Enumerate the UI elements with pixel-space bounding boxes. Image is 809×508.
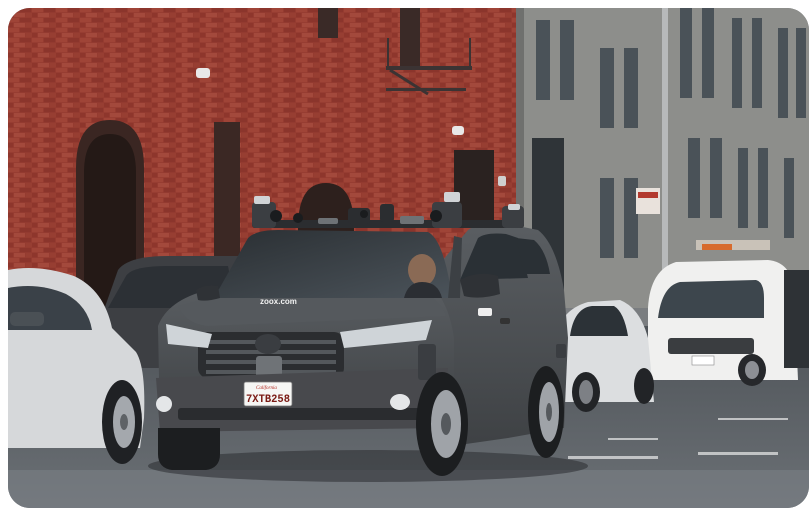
side-mirror [460,273,500,298]
security-camera [452,126,464,135]
plate-state: California [256,386,277,391]
plate-number: 7XTB258 [246,394,290,406]
street-sign [636,188,660,214]
street-scene-photo: zoox.com California 7XTB258 [8,8,809,508]
street-pole [662,8,668,308]
security-camera [196,68,210,78]
hood-branding: zoox.com [260,297,297,306]
photo-frame: zoox.com California 7XTB258 [8,8,809,508]
driver [408,254,436,286]
license-plate: California 7XTB258 [243,381,293,407]
